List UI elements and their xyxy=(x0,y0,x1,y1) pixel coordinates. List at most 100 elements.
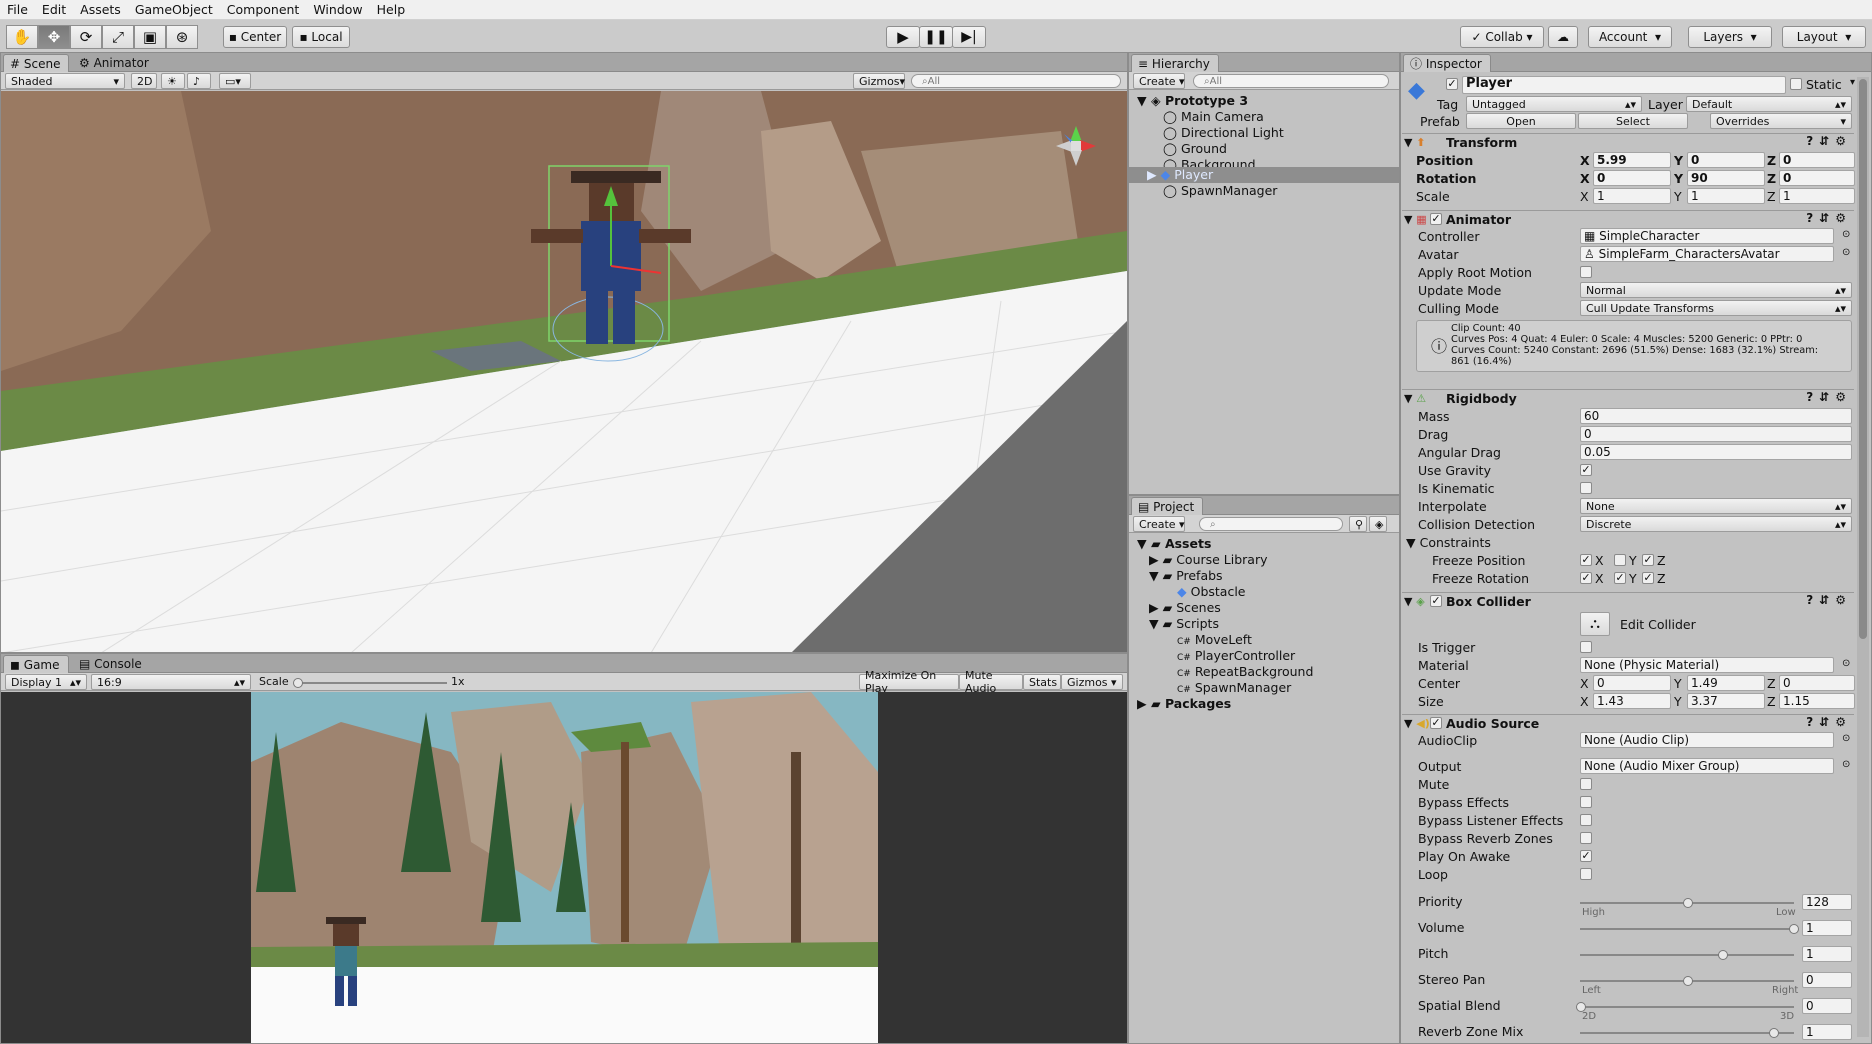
play-button[interactable]: ▶ xyxy=(886,26,920,48)
priority-slider-knob[interactable] xyxy=(1683,898,1693,908)
scale-z-field[interactable]: 1 xyxy=(1779,188,1855,204)
rotation-y-field[interactable]: 90 xyxy=(1687,170,1765,186)
center-z-field[interactable]: 0 xyxy=(1779,675,1855,691)
scale-slider-knob[interactable] xyxy=(293,678,303,688)
project-item[interactable]: C# PlayerController xyxy=(1177,648,1295,664)
lighting-icon[interactable]: ☀ xyxy=(161,73,185,89)
scale-slider[interactable] xyxy=(293,678,447,688)
use-gravity-checkbox[interactable]: ✓ xyxy=(1580,464,1592,476)
stereo-pan-slider[interactable] xyxy=(1580,976,1794,986)
gameobject-name-input[interactable]: Player xyxy=(1462,76,1786,94)
constraints-foldout[interactable]: ▼ Constraints xyxy=(1406,535,1491,550)
bypass-listener-checkbox[interactable] xyxy=(1580,814,1592,826)
center-y-field[interactable]: 1.49 xyxy=(1687,675,1765,691)
shading-dropdown[interactable]: Shaded ▾ xyxy=(5,73,125,89)
mute-audio-toggle[interactable]: Mute Audio xyxy=(959,669,1023,695)
hierarchy-item[interactable]: ◯ Directional Light xyxy=(1163,125,1284,141)
static-checkbox[interactable] xyxy=(1790,78,1802,90)
aspect-dropdown[interactable]: 16:9 ▴▾ xyxy=(91,674,251,690)
tab-animator[interactable]: ⚙ Animator xyxy=(73,54,157,72)
game-view[interactable] xyxy=(251,692,878,1044)
menu-help[interactable]: Help xyxy=(370,2,413,17)
layer-dropdown[interactable]: Default ▴▾ xyxy=(1686,96,1852,112)
collab-dropdown[interactable]: ✓ Collab ▾ xyxy=(1460,26,1544,48)
angular-drag-field[interactable]: 0.05 xyxy=(1580,444,1852,460)
rotation-z-field[interactable]: 0 xyxy=(1779,170,1855,186)
rotation-x-field[interactable]: 0 xyxy=(1593,170,1671,186)
tab-scene[interactable]: # Scene xyxy=(3,54,70,72)
pitch-field[interactable]: 1 xyxy=(1802,946,1852,962)
object-picker-icon[interactable]: ⊙ xyxy=(1842,733,1850,744)
menu-file[interactable]: File xyxy=(0,2,35,17)
controller-field[interactable]: ▦ SimpleCharacter xyxy=(1580,228,1834,244)
loop-checkbox[interactable] xyxy=(1580,868,1592,880)
hierarchy-item[interactable]: ◯ Ground xyxy=(1163,141,1227,157)
hierarchy-search-input[interactable]: ⌕ All xyxy=(1193,74,1389,88)
size-x-field[interactable]: 1.43 xyxy=(1593,693,1671,709)
stereo-pan-field[interactable]: 0 xyxy=(1802,972,1852,988)
avatar-field[interactable]: ♙ SimpleFarm_CharactersAvatar xyxy=(1580,246,1834,262)
position-x-field[interactable]: 5.99 xyxy=(1593,152,1671,168)
filter-label-icon[interactable]: ◈ xyxy=(1369,516,1387,532)
apply-root-motion-checkbox[interactable] xyxy=(1580,266,1592,278)
rect-tool-icon[interactable]: ▣ xyxy=(134,25,166,49)
menu-window[interactable]: Window xyxy=(306,2,369,17)
project-item[interactable]: C# MoveLeft xyxy=(1177,632,1252,648)
gameobject-active-checkbox[interactable]: ✓ xyxy=(1446,78,1458,90)
tab-hierarchy[interactable]: ≡ Hierarchy xyxy=(1131,54,1219,72)
size-z-field[interactable]: 1.15 xyxy=(1779,693,1855,709)
tag-dropdown[interactable]: Untagged ▴▾ xyxy=(1466,96,1642,112)
menu-edit[interactable]: Edit xyxy=(35,2,73,17)
inspector-scroll-thumb[interactable] xyxy=(1859,79,1867,639)
scene-root-item[interactable]: ▼ ◈ Prototype 3 xyxy=(1137,93,1248,109)
scene-search-input[interactable]: ⌕ All xyxy=(911,74,1121,88)
filter-type-icon[interactable]: ⚲ xyxy=(1349,516,1367,532)
component-settings-icon[interactable]: ?⇵⚙ xyxy=(1806,715,1852,729)
audio-icon[interactable]: ♪ xyxy=(187,73,211,89)
project-item[interactable]: C# RepeatBackground xyxy=(1177,664,1313,680)
freeze-position-x-checkbox[interactable]: ✓ xyxy=(1580,554,1592,566)
center-x-field[interactable]: 0 xyxy=(1593,675,1671,691)
is-kinematic-checkbox[interactable] xyxy=(1580,482,1592,494)
object-picker-icon[interactable]: ⊙ xyxy=(1842,759,1850,770)
menu-assets[interactable]: Assets xyxy=(73,2,128,17)
stereo-pan-slider-knob[interactable] xyxy=(1683,976,1693,986)
object-picker-icon[interactable]: ⊙ xyxy=(1842,229,1850,240)
pitch-slider[interactable] xyxy=(1580,950,1794,960)
project-item[interactable]: ▶ ▰ Scenes xyxy=(1149,600,1221,616)
freeze-rotation-z-checkbox[interactable]: ✓ xyxy=(1642,572,1654,584)
hierarchy-create-dropdown[interactable]: Create ▾ xyxy=(1133,73,1185,89)
transform-header[interactable]: ▼ ⬆ Transform ?⇵⚙ xyxy=(1402,133,1854,151)
pause-button[interactable]: ❚❚ xyxy=(919,26,953,48)
project-item[interactable]: ◆ Obstacle xyxy=(1177,584,1246,600)
pivot-center-button[interactable]: ▪ Center xyxy=(223,26,287,48)
output-field[interactable]: None (Audio Mixer Group) xyxy=(1580,758,1834,774)
rotate-tool-icon[interactable]: ⟳ xyxy=(70,25,102,49)
spatial-blend-slider[interactable] xyxy=(1576,1002,1794,1012)
interpolate-dropdown[interactable]: None ▴▾ xyxy=(1580,498,1852,514)
stats-toggle[interactable]: Stats xyxy=(1023,674,1061,690)
hierarchy-item[interactable]: ◯ Main Camera xyxy=(1163,109,1264,125)
freeze-rotation-y-checkbox[interactable]: ✓ xyxy=(1614,572,1626,584)
project-item[interactable]: ▶ ▰ Course Library xyxy=(1149,552,1268,568)
reverb-zone-mix-field[interactable]: 1 xyxy=(1802,1024,1852,1040)
audioclip-field[interactable]: None (Audio Clip) xyxy=(1580,732,1834,748)
hierarchy-item[interactable]: ◯ SpawnManager xyxy=(1163,183,1277,199)
rigidbody-header[interactable]: ▼ ⚠ Rigidbody ?⇵⚙ xyxy=(1402,389,1854,407)
prefab-overrides-dropdown[interactable]: Overrides ▾ xyxy=(1710,113,1852,129)
effects-icon[interactable]: ▭▾ xyxy=(219,73,251,89)
audio-source-header[interactable]: ▼ ◀) ✓ Audio Source ?⇵⚙ xyxy=(1402,714,1854,732)
display-dropdown[interactable]: Display 1 ▴▾ xyxy=(5,674,87,690)
mode-2d-toggle[interactable]: 2D xyxy=(131,73,157,89)
audio-source-enabled-checkbox[interactable]: ✓ xyxy=(1430,717,1442,729)
box-collider-header[interactable]: ▼ ◈ ✓ Box Collider ?⇵⚙ xyxy=(1402,592,1854,610)
cloud-icon[interactable]: ☁ xyxy=(1548,26,1578,48)
project-search-input[interactable]: ⌕ xyxy=(1199,517,1343,531)
prefab-open-button[interactable]: Open xyxy=(1466,113,1576,129)
bypass-reverb-checkbox[interactable] xyxy=(1580,832,1592,844)
freeze-position-y-checkbox[interactable] xyxy=(1614,554,1626,566)
bypass-effects-checkbox[interactable] xyxy=(1580,796,1592,808)
static-dropdown-arrow-icon[interactable]: ▾ xyxy=(1850,77,1855,88)
pivot-local-button[interactable]: ▪ Local xyxy=(292,26,350,48)
transform-tool-icon[interactable]: ⊛ xyxy=(166,25,198,49)
